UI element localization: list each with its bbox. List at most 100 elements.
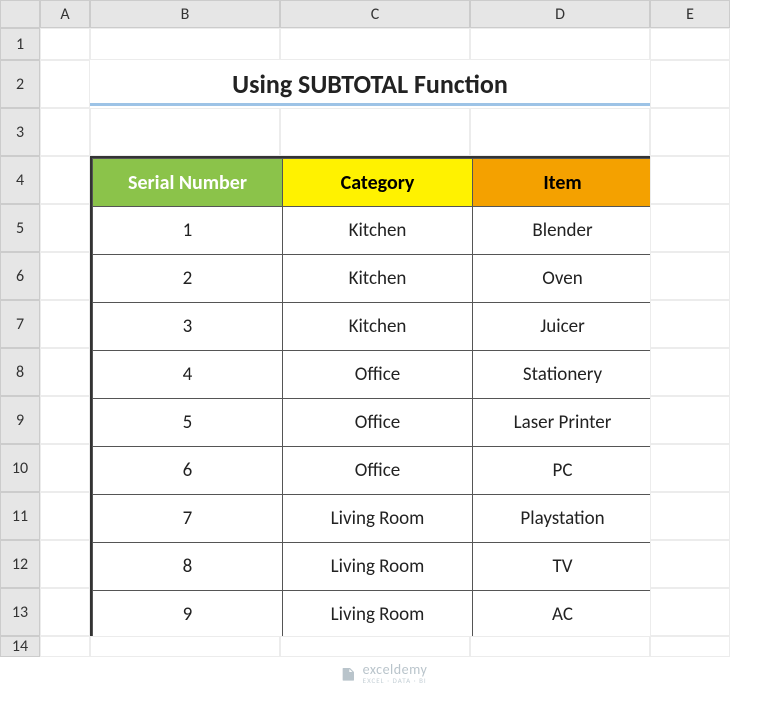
cell-category[interactable]: Kitchen xyxy=(283,303,473,351)
cell-E12[interactable] xyxy=(650,540,730,588)
data-table-region: Serial Number Category Item 1KitchenBlen… xyxy=(90,156,650,636)
cell-B3[interactable] xyxy=(90,108,280,156)
row-head-5[interactable]: 5 xyxy=(0,204,40,252)
col-head-E[interactable]: E xyxy=(650,0,730,28)
spreadsheet-icon xyxy=(341,666,357,682)
cell-serial[interactable]: 7 xyxy=(93,495,283,543)
row-head-12[interactable]: 12 xyxy=(0,540,40,588)
cell-E4[interactable] xyxy=(650,156,730,204)
cell-B1[interactable] xyxy=(90,28,280,60)
cell-A9[interactable] xyxy=(40,396,90,444)
row-head-7[interactable]: 7 xyxy=(0,300,40,348)
cell-C1[interactable] xyxy=(280,28,470,60)
table-row: 4OfficeStationery xyxy=(93,351,653,399)
cell-serial[interactable]: 9 xyxy=(93,591,283,639)
col-head-B[interactable]: B xyxy=(90,0,280,28)
cell-item[interactable]: PC xyxy=(473,447,653,495)
th-serial[interactable]: Serial Number xyxy=(93,159,283,207)
cell-A3[interactable] xyxy=(40,108,90,156)
cell-item[interactable]: Laser Printer xyxy=(473,399,653,447)
row-head-10[interactable]: 10 xyxy=(0,444,40,492)
cell-serial[interactable]: 6 xyxy=(93,447,283,495)
cell-A8[interactable] xyxy=(40,348,90,396)
cell-E1[interactable] xyxy=(650,28,730,60)
table-row: 2KitchenOven xyxy=(93,255,653,303)
cell-category[interactable]: Office xyxy=(283,447,473,495)
cell-item[interactable]: Stationery xyxy=(473,351,653,399)
cell-A2[interactable] xyxy=(40,60,90,108)
cell-E9[interactable] xyxy=(650,396,730,444)
cell-E11[interactable] xyxy=(650,492,730,540)
cell-A7[interactable] xyxy=(40,300,90,348)
cell-A5[interactable] xyxy=(40,204,90,252)
data-table: Serial Number Category Item 1KitchenBlen… xyxy=(92,158,653,639)
cell-category[interactable]: Living Room xyxy=(283,591,473,639)
cell-item[interactable]: Oven xyxy=(473,255,653,303)
cell-C14[interactable] xyxy=(280,636,470,657)
cell-A13[interactable] xyxy=(40,588,90,636)
table-body: 1KitchenBlender2KitchenOven3KitchenJuice… xyxy=(93,207,653,639)
cell-C3[interactable] xyxy=(280,108,470,156)
row-head-2[interactable]: 2 xyxy=(0,60,40,108)
row-head-9[interactable]: 9 xyxy=(0,396,40,444)
col-head-D[interactable]: D xyxy=(470,0,650,28)
cell-D1[interactable] xyxy=(470,28,650,60)
row-head-3[interactable]: 3 xyxy=(0,108,40,156)
cell-item[interactable]: Blender xyxy=(473,207,653,255)
cell-B14[interactable] xyxy=(90,636,280,657)
cell-E7[interactable] xyxy=(650,300,730,348)
th-item[interactable]: Item xyxy=(473,159,653,207)
cell-E8[interactable] xyxy=(650,348,730,396)
cell-A11[interactable] xyxy=(40,492,90,540)
cell-item[interactable]: Playstation xyxy=(473,495,653,543)
row-head-1[interactable]: 1 xyxy=(0,28,40,60)
cell-category[interactable]: Living Room xyxy=(283,495,473,543)
cell-A10[interactable] xyxy=(40,444,90,492)
table-row: 8Living RoomTV xyxy=(93,543,653,591)
cell-D14[interactable] xyxy=(470,636,650,657)
row-head-11[interactable]: 11 xyxy=(0,492,40,540)
cell-E13[interactable] xyxy=(650,588,730,636)
cell-serial[interactable]: 4 xyxy=(93,351,283,399)
cell-E2[interactable] xyxy=(650,60,730,108)
cell-serial[interactable]: 3 xyxy=(93,303,283,351)
title-underline xyxy=(90,103,650,106)
table-header-row: Serial Number Category Item xyxy=(93,159,653,207)
cell-category[interactable]: Office xyxy=(283,351,473,399)
cell-E6[interactable] xyxy=(650,252,730,300)
cell-category[interactable]: Office xyxy=(283,399,473,447)
cell-category[interactable]: Living Room xyxy=(283,543,473,591)
cell-serial[interactable]: 1 xyxy=(93,207,283,255)
cell-item[interactable]: TV xyxy=(473,543,653,591)
cell-A6[interactable] xyxy=(40,252,90,300)
col-head-C[interactable]: C xyxy=(280,0,470,28)
cell-A12[interactable] xyxy=(40,540,90,588)
select-all-corner[interactable] xyxy=(0,0,40,28)
watermark-brand: exceldemy xyxy=(363,663,428,677)
cell-A4[interactable] xyxy=(40,156,90,204)
cell-category[interactable]: Kitchen xyxy=(283,255,473,303)
table-row: 5OfficeLaser Printer xyxy=(93,399,653,447)
cell-A14[interactable] xyxy=(40,636,90,657)
row-head-4[interactable]: 4 xyxy=(0,156,40,204)
row-head-8[interactable]: 8 xyxy=(0,348,40,396)
cell-item[interactable]: AC xyxy=(473,591,653,639)
watermark: exceldemy EXCEL · DATA · BI xyxy=(341,663,428,684)
cell-serial[interactable]: 5 xyxy=(93,399,283,447)
row-head-14[interactable]: 14 xyxy=(0,636,40,657)
row-head-6[interactable]: 6 xyxy=(0,252,40,300)
cell-E5[interactable] xyxy=(650,204,730,252)
row-head-13[interactable]: 13 xyxy=(0,588,40,636)
cell-E14[interactable] xyxy=(650,636,730,657)
cell-E10[interactable] xyxy=(650,444,730,492)
cell-category[interactable]: Kitchen xyxy=(283,207,473,255)
cell-item[interactable]: Juicer xyxy=(473,303,653,351)
th-category[interactable]: Category xyxy=(283,159,473,207)
cell-serial[interactable]: 2 xyxy=(93,255,283,303)
cell-D3[interactable] xyxy=(470,108,650,156)
cell-A1[interactable] xyxy=(40,28,90,60)
cell-serial[interactable]: 8 xyxy=(93,543,283,591)
title-merged-cell[interactable]: Using SUBTOTAL Function xyxy=(90,60,650,108)
cell-E3[interactable] xyxy=(650,108,730,156)
col-head-A[interactable]: A xyxy=(40,0,90,28)
